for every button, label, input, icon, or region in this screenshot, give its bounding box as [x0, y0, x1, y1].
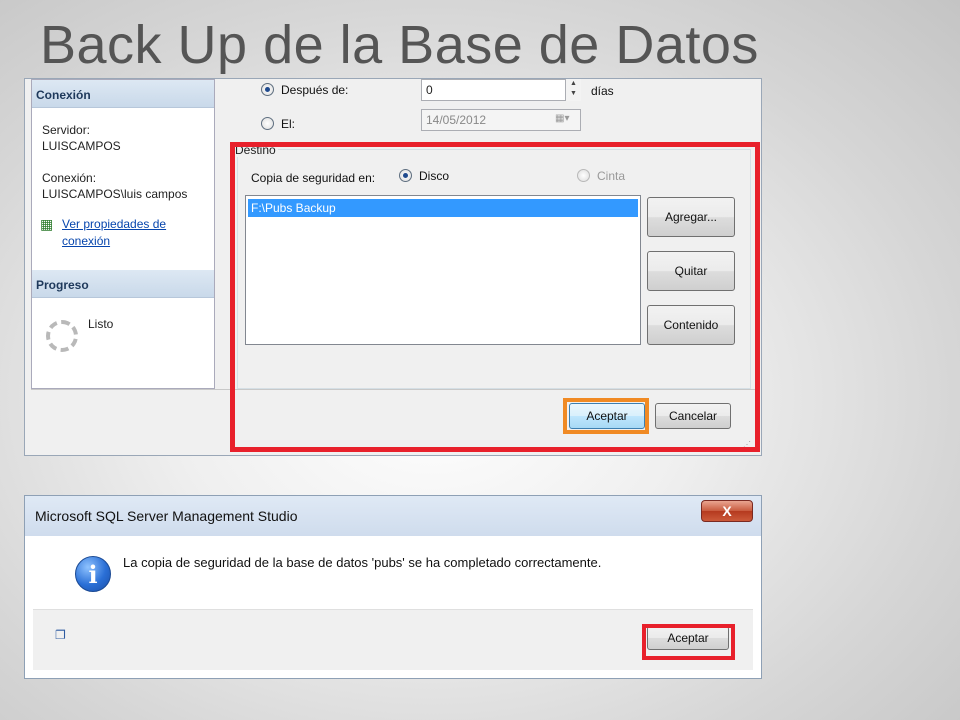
server-value: LUISCAMPOS: [42, 139, 121, 153]
view-props-link-line1[interactable]: Ver propiedades de: [62, 216, 214, 233]
message-ok-highlight-box: [642, 624, 735, 660]
days-spinner[interactable]: ▲ ▼: [565, 79, 581, 101]
connection-header: Conexión: [32, 80, 214, 108]
after-label: Después de:: [281, 83, 349, 97]
progress-header: Progreso: [32, 270, 214, 298]
after-radio[interactable]: [261, 83, 274, 96]
calendar-dropdown-icon[interactable]: ▦▾: [555, 113, 569, 124]
after-days-input[interactable]: 0: [421, 79, 581, 101]
message-text: La copia de seguridad de la base de dato…: [123, 555, 602, 570]
on-date-radio[interactable]: [261, 117, 274, 130]
view-props-link-line2[interactable]: conexión: [62, 233, 214, 250]
slide-title: Back Up de la Base de Datos: [40, 15, 759, 75]
connection-label: Conexión:: [42, 171, 97, 185]
days-label: días: [591, 84, 614, 98]
server-label: Servidor:: [42, 123, 91, 137]
copy-icon[interactable]: ❐: [55, 628, 69, 642]
progress-spinner-icon: [46, 320, 78, 352]
properties-icon: ▦: [40, 216, 54, 232]
destination-highlight-box: [230, 142, 760, 452]
connection-value: LUISCAMPOS\luis campos: [42, 187, 188, 201]
progress-status: Listo: [88, 317, 114, 331]
message-body: i La copia de seguridad de la base de da…: [33, 536, 753, 610]
left-pane: Conexión Servidor: LUISCAMPOS Conexión: …: [31, 79, 215, 389]
ok-highlight-box: [563, 398, 649, 434]
close-button[interactable]: X: [701, 500, 753, 522]
on-date-label: El:: [281, 117, 296, 131]
message-box-title: Microsoft SQL Server Management Studio: [25, 496, 761, 536]
view-connection-properties[interactable]: ▦ Ver propiedades de conexión: [32, 216, 214, 250]
info-icon: i: [75, 556, 111, 592]
